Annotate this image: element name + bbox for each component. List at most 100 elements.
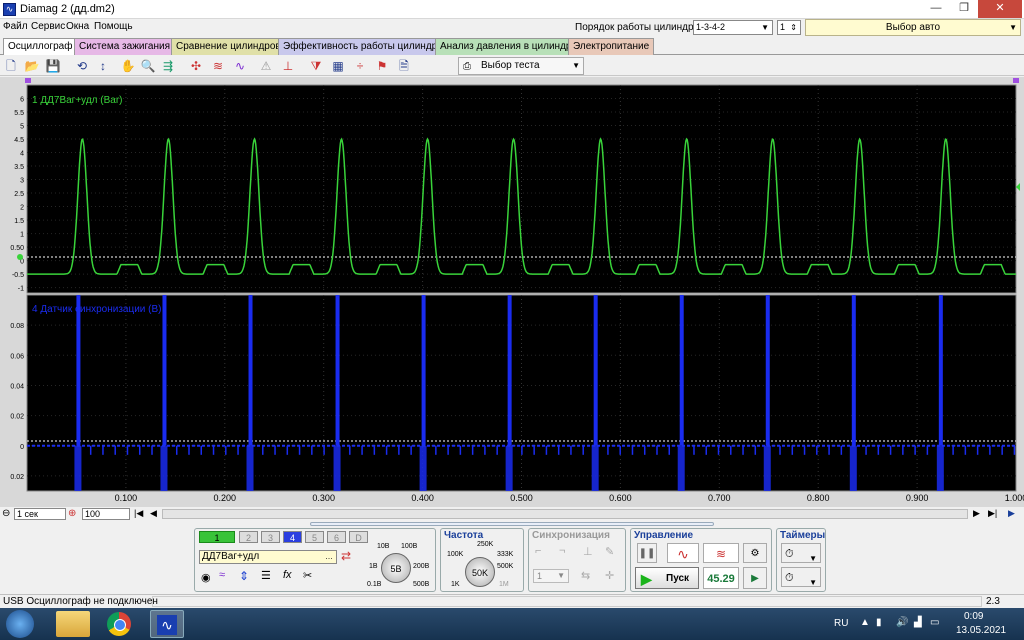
channel-button-6[interactable]: 6 [327, 531, 346, 543]
noise-wave-icon[interactable]: ≋ [703, 543, 739, 563]
sync-level-icon[interactable]: ⊥ [583, 545, 593, 558]
channel-name-field[interactable]: ДД7Baг+удл… [199, 550, 337, 564]
grid-icon[interactable]: ▦ [330, 58, 346, 74]
tray-arrow-icon[interactable]: ▲ [860, 617, 870, 628]
voltage-knob[interactable]: 5B [381, 553, 411, 583]
hand-icon[interactable]: ✋ [120, 58, 136, 74]
tab-power-supply[interactable]: Электропитание [568, 38, 655, 55]
vertical-move-icon[interactable]: ⇕ [239, 569, 249, 583]
channel-button-3[interactable]: 3 [261, 531, 280, 543]
panel-splitter[interactable] [310, 522, 714, 526]
channel-button-d[interactable]: D [349, 531, 368, 543]
cylinder-spin[interactable]: 1 ⇕ [777, 20, 801, 35]
menu-help[interactable]: Помощь [94, 21, 133, 32]
chevron-down-icon: ▼ [809, 554, 817, 563]
y-tick-label: 0 [20, 444, 24, 451]
wave-invert-icon[interactable]: ≈ [219, 569, 225, 581]
scroll-left-icon[interactable]: ◀ [150, 508, 157, 519]
tab-cylinder-compare[interactable]: Сравнение цилиндров [171, 38, 286, 55]
scroll-right-icon[interactable]: ▶ [973, 508, 980, 519]
report-icon[interactable]: 🗎 [396, 58, 412, 74]
zoom-icon[interactable]: 🔍 [140, 58, 156, 74]
cylinder-order-select[interactable]: 1-3-4-2 ▼ [693, 20, 773, 35]
eye-icon[interactable]: ◉ [201, 571, 211, 584]
skip-end-icon[interactable]: ▶| [988, 508, 997, 519]
sync-mode-icon[interactable]: ⇆ [581, 569, 590, 582]
time-minus-icon[interactable]: ⊖ [2, 508, 10, 519]
trigger-icon[interactable]: ⚠ [258, 58, 274, 74]
play-icon[interactable]: ▶ [1008, 508, 1015, 519]
timer-start-button[interactable]: ⏱ ▼ [781, 543, 821, 563]
start-button[interactable]: ▶ Пуск [635, 567, 699, 589]
auto-settings-icon[interactable]: ⚙ [743, 543, 767, 563]
test-select[interactable]: ⎙ Выбор теста ▼ [458, 57, 584, 75]
filter-icon[interactable]: ⧩ [308, 58, 324, 74]
clock-date[interactable]: 13.05.2021 [956, 625, 1006, 636]
more-icon: … [325, 552, 333, 561]
autoscale-icon[interactable]: ⟲ [74, 58, 90, 74]
tab-oscilloscope[interactable]: Осциллограф [3, 38, 78, 55]
maximize-button[interactable]: ❐ [950, 0, 978, 18]
wave-compare-icon[interactable]: ∿ [232, 58, 248, 74]
car-select[interactable]: Выбор авто ▼ [805, 19, 1021, 36]
zoom-select[interactable]: 100 [82, 508, 130, 520]
battery-icon[interactable]: ▭ [930, 617, 939, 628]
zoom-plus-icon[interactable]: ⊕ [68, 508, 76, 519]
volume-icon[interactable]: 🔊 [896, 617, 908, 628]
measure-icon[interactable]: ↕ [95, 58, 111, 74]
tab-cylinder-efficiency[interactable]: Эффективность работы цилиндров [278, 38, 454, 55]
sync-rise-icon[interactable]: ⌐ [535, 545, 541, 557]
channel-button-2[interactable]: 2 [239, 531, 258, 543]
pause-button[interactable]: ❚❚ [637, 543, 657, 563]
open-folder-icon[interactable]: 📂 [24, 58, 40, 74]
swap-icon[interactable]: ⇄ [341, 549, 351, 563]
minimize-button[interactable]: — [922, 0, 950, 18]
tab-pressure-analysis[interactable]: Анализ давления в цилиндре [435, 38, 583, 55]
skip-start-icon[interactable]: |◀ [134, 508, 143, 519]
menu-file[interactable]: Файл [3, 21, 28, 32]
oscilloscope-svg[interactable]: 65.554.543.532.521.510.500-0.5-10.080.06… [0, 77, 1024, 507]
sync-fall-icon[interactable]: ¬ [559, 545, 565, 557]
network-icon[interactable]: ▟ [914, 617, 922, 628]
y-tick-label: 1 [20, 232, 24, 239]
channel-button-1[interactable]: 1 [199, 531, 235, 543]
cursor-tool-icon[interactable]: ⇶ [160, 58, 176, 74]
zero-level-icon[interactable]: ⊥ [280, 58, 296, 74]
diamag-taskbar-icon[interactable]: ∿ [150, 610, 184, 638]
tools-icon[interactable]: ✂ [303, 569, 312, 582]
timer-stop-button[interactable]: ⏱ ▼ [781, 567, 821, 587]
close-button[interactable]: ✕ [978, 0, 1022, 18]
language-indicator[interactable]: RU [834, 618, 848, 629]
function-icon[interactable]: fx [283, 569, 292, 581]
start-orb-icon[interactable] [6, 610, 34, 638]
menu-service[interactable]: Сервис [31, 21, 65, 32]
explorer-icon[interactable] [56, 611, 90, 637]
flag-icon[interactable]: ⚑ [374, 58, 390, 74]
frequency-knob[interactable]: 50K [465, 557, 495, 587]
sync-add-icon[interactable]: ✛ [605, 569, 614, 582]
channel-button-4[interactable]: 4 [283, 531, 302, 543]
time-scrollbar[interactable] [162, 509, 968, 519]
sync-pulse-negative [849, 445, 857, 491]
sync-pulse-negative [246, 445, 254, 491]
menu-windows[interactable]: Окна [66, 21, 89, 32]
wave-filter-icon[interactable]: ≋ [210, 58, 226, 74]
clock-time[interactable]: 0:09 [964, 611, 983, 622]
channel-button-5[interactable]: 5 [305, 531, 324, 543]
sine-wave-icon[interactable]: ∿ [667, 543, 699, 563]
sync-pulse [76, 295, 81, 446]
freq-label-333k: 333K [497, 551, 514, 558]
new-file-icon[interactable]: 🗋 [3, 58, 19, 74]
lines-icon[interactable]: ☰ [261, 569, 271, 582]
sync-channel-select[interactable]: 1 ▼ [533, 569, 569, 583]
tab-ignition[interactable]: Система зажигания [74, 38, 175, 55]
save-icon[interactable]: 💾 [45, 58, 61, 74]
time-select[interactable]: 1 сек [14, 508, 66, 520]
chrome-icon[interactable] [102, 610, 136, 638]
auto-run-icon[interactable]: ▶ [743, 567, 767, 589]
oscilloscope-area[interactable]: 6 5.5 5 4.5 4 3.5 3 2.5 2 1.5 1 0.50 0 -0.5 -1 0.08 0.06… [0, 77, 1024, 507]
tray-device-icon[interactable]: ▮ [876, 617, 882, 628]
divider-icon[interactable]: ÷ [352, 58, 368, 74]
sync-edit-icon[interactable]: ✎ [605, 545, 614, 558]
crosshair-icon[interactable]: ✣ [188, 58, 204, 74]
